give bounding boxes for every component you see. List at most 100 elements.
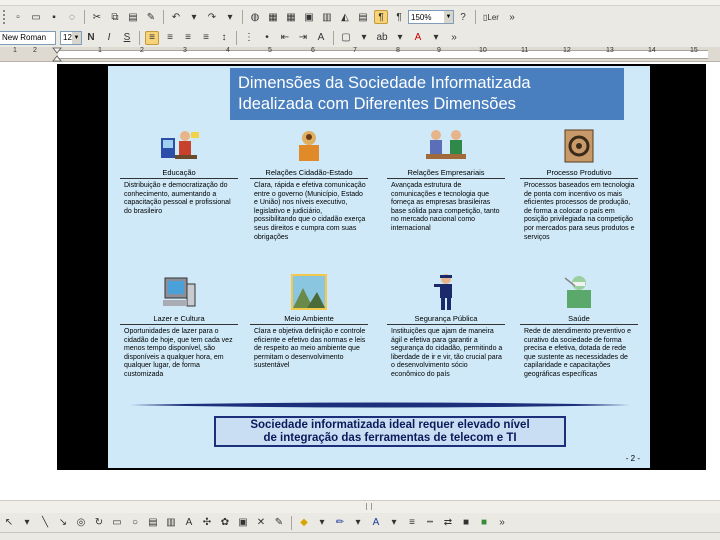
format-painter-icon[interactable]: ✎	[144, 10, 158, 24]
security-officer-icon	[387, 272, 505, 312]
align-right-icon[interactable]: ≡	[181, 31, 195, 45]
dimension-description: Clara e objetiva definição e controle ef…	[254, 328, 366, 370]
document-map-icon[interactable]: ▤	[356, 10, 370, 24]
shadow-oval-icon[interactable]: ◎	[74, 516, 88, 530]
redo-dropdown-icon[interactable]: ▾	[223, 10, 237, 24]
select-objects-icon[interactable]: ↖	[2, 516, 16, 530]
3d-style-icon[interactable]: ■	[477, 516, 491, 530]
redo-icon[interactable]: ↷	[205, 10, 219, 24]
line-color-icon[interactable]: ✏	[333, 516, 347, 530]
font-name-select[interactable]: New Roman	[0, 30, 56, 45]
align-center-icon[interactable]: ≡	[163, 31, 177, 45]
undo-icon[interactable]: ↶	[169, 10, 183, 24]
autoshapes-dropdown-icon[interactable]: ▾	[20, 516, 34, 530]
ruler-number: 8	[396, 47, 400, 54]
business-meeting-icon	[387, 126, 505, 166]
hyperlink-icon[interactable]: ◍	[248, 10, 262, 24]
chevron-down-icon[interactable]: ▼	[444, 11, 453, 23]
open-folder-icon[interactable]: ▭	[29, 10, 43, 24]
indent-marker-icon[interactable]	[52, 47, 62, 62]
toolbar-options-icon[interactable]: »	[505, 10, 519, 24]
arrow-icon[interactable]: ↘	[56, 516, 70, 530]
scroll-thumb-grip[interactable]	[366, 503, 372, 510]
horizontal-scrollbar[interactable]	[0, 500, 720, 513]
insert-table-icon[interactable]: ▦	[284, 10, 298, 24]
formatting-toolbar: New Roman 12 ▼ N I S ≡ ≡ ≡ ≡ ↕ ⋮ • ⇤ ⇥ A…	[0, 28, 720, 47]
ruler-number: 2	[140, 47, 144, 54]
fill-color-dropdown-icon[interactable]: ▾	[315, 516, 329, 530]
highlight-icon[interactable]: ab	[375, 31, 389, 45]
shadow-style-icon[interactable]: ■	[459, 516, 473, 530]
numbering-icon[interactable]: ⋮	[242, 31, 256, 45]
document-area[interactable]: Dimensões da Sociedade Informatizada Ide…	[0, 62, 720, 500]
insert-excel-icon[interactable]: ▣	[302, 10, 316, 24]
ruler-number: 10	[479, 47, 487, 54]
permission-icon[interactable]: ◌	[65, 10, 79, 24]
font-color-icon[interactable]: A	[411, 31, 425, 45]
toolbar-options-icon[interactable]: »	[447, 31, 461, 45]
increase-indent-icon[interactable]: ⇥	[296, 31, 310, 45]
vertical-textbox-icon[interactable]: ▥	[164, 516, 178, 530]
pencil-icon[interactable]: ✎	[272, 516, 286, 530]
wordart-icon[interactable]: A	[182, 516, 196, 530]
justify-icon[interactable]: ≡	[199, 31, 213, 45]
ruler-number: 4	[226, 47, 230, 54]
ruler-number: 15	[690, 47, 698, 54]
chevron-down-icon[interactable]: ▼	[72, 31, 81, 44]
picture-icon[interactable]: ▣	[236, 516, 250, 530]
tables-borders-icon[interactable]: ▦	[266, 10, 280, 24]
horizontal-ruler[interactable]: 1 2 1 2 3 4 5 6 7 8 9 10 11 12 13 14 15	[0, 47, 720, 62]
health-surgeon-icon	[520, 272, 638, 312]
show-hide-icon[interactable]: ¶	[374, 10, 388, 24]
fill-color-icon[interactable]: ◆	[297, 516, 311, 530]
underline-icon[interactable]: S	[120, 31, 134, 45]
cut-icon[interactable]: ✂	[90, 10, 104, 24]
border-icon[interactable]: ▢	[339, 31, 353, 45]
read-button[interactable]: ▯ Ler	[481, 10, 501, 24]
font-name-value: New Roman	[2, 33, 47, 42]
save-icon[interactable]: ▪	[47, 10, 61, 24]
align-left-icon[interactable]: ≡	[145, 30, 159, 45]
line-color-dropdown-icon[interactable]: ▾	[351, 516, 365, 530]
bullets-icon[interactable]: •	[260, 31, 274, 45]
decrease-indent-icon[interactable]: ⇤	[278, 31, 292, 45]
toolbar-options-icon[interactable]: »	[495, 516, 509, 530]
textbox-icon[interactable]: ▤	[146, 516, 160, 530]
rotate-icon[interactable]: ↻	[92, 516, 106, 530]
dimension-description: Avançada estrutura de comunicações e tec…	[391, 182, 500, 232]
zoom-select[interactable]: 150% ▼	[408, 10, 454, 24]
pilcrow-icon[interactable]: ¶	[392, 10, 406, 24]
undo-dropdown-icon[interactable]: ▾	[187, 10, 201, 24]
font-color-dropdown-icon[interactable]: ▾	[387, 516, 401, 530]
font-color-dropdown-icon[interactable]: ▾	[429, 31, 443, 45]
drawing-icon[interactable]: ◭	[338, 10, 352, 24]
toolbar-separator	[291, 515, 292, 530]
new-document-icon[interactable]: ▫	[11, 10, 25, 24]
italic-icon[interactable]: I	[102, 31, 116, 45]
bold-icon[interactable]: N	[84, 31, 98, 45]
font-color-icon[interactable]: A	[369, 516, 383, 530]
styles-icon[interactable]: A	[314, 31, 328, 45]
dimension-label: Processo Produtivo	[520, 168, 638, 179]
oval-icon[interactable]: ○	[128, 516, 142, 530]
cross-icon[interactable]: ✕	[254, 516, 268, 530]
line-icon[interactable]: ╲	[38, 516, 52, 530]
border-dropdown-icon[interactable]: ▾	[357, 31, 371, 45]
toolbar-gripper[interactable]	[3, 10, 6, 24]
columns-icon[interactable]: ▥	[320, 10, 334, 24]
production-gear-icon	[520, 126, 638, 166]
rectangle-icon[interactable]: ▭	[110, 516, 124, 530]
dimension-description: Processos baseados em tecnologia de pont…	[524, 182, 635, 241]
line-spacing-icon[interactable]: ↕	[217, 31, 231, 45]
line-style-icon[interactable]: ≡	[405, 516, 419, 530]
paste-icon[interactable]: ▤	[126, 10, 140, 24]
help-icon[interactable]: ?	[456, 10, 470, 24]
font-size-select[interactable]: 12 ▼	[60, 30, 82, 45]
copy-icon[interactable]: ⧉	[108, 10, 122, 24]
diagram-icon[interactable]: ✣	[200, 516, 214, 530]
dash-style-icon[interactable]: ┅	[423, 516, 437, 530]
highlight-dropdown-icon[interactable]: ▾	[393, 31, 407, 45]
arrow-style-icon[interactable]: ⇄	[441, 516, 455, 530]
embedded-slide-frame[interactable]: Dimensões da Sociedade Informatizada Ide…	[57, 64, 706, 470]
clipart-icon[interactable]: ✿	[218, 516, 232, 530]
